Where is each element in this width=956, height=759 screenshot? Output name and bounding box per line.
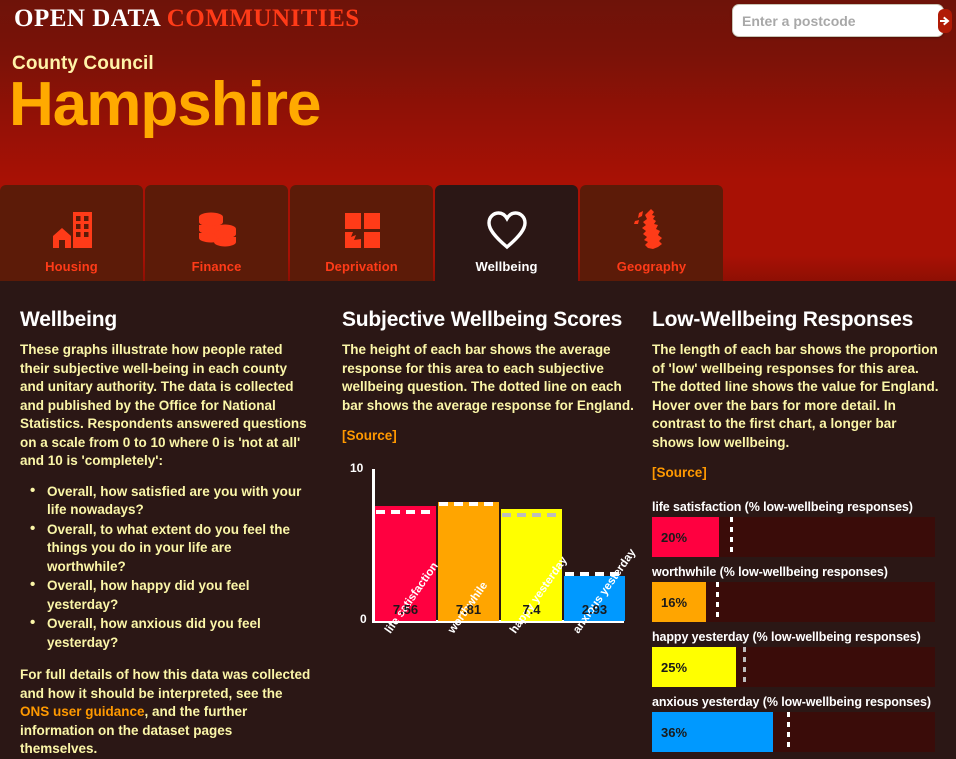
y-tick-max: 10 — [350, 461, 364, 475]
hbar-value-label: 16% — [661, 594, 688, 610]
arrow-right-icon — [938, 14, 952, 28]
bar-value-label: 7.81 — [455, 602, 482, 617]
footer-text-pre: For full details of how this data was co… — [20, 667, 311, 701]
building-icon — [49, 204, 95, 256]
tab-housing[interactable]: Housing — [0, 185, 143, 281]
england-reference-marker — [729, 517, 733, 557]
england-reference-line — [439, 502, 498, 507]
bar-value-label: 2.93 — [581, 602, 608, 617]
x-label-worthwhile: worthwhile — [438, 580, 501, 703]
hbar-track: 25% — [652, 647, 935, 687]
tab-label: Deprivation — [325, 259, 398, 274]
coins-icon — [194, 204, 240, 256]
wellbeing-heading: Wellbeing — [20, 308, 117, 331]
hbar-track: 20% — [652, 517, 935, 557]
hbar-fill[interactable]: 36% — [652, 712, 774, 752]
hbar-group-anxious-yesterday: anxious yesterday (% low-wellbeing respo… — [652, 695, 942, 752]
tab-label: Geography — [616, 259, 687, 274]
hbar-label: life satisfaction (% low-wellbeing respo… — [652, 500, 913, 514]
y-tick-min: 0 — [360, 612, 367, 626]
england-reference-marker — [715, 582, 719, 622]
x-label-anxious-yesterday: anxious yesterday — [563, 547, 638, 703]
site-logo[interactable]: OPEN DATA COMMUNITIES — [14, 5, 360, 33]
page-title: Hampshire — [9, 70, 321, 139]
hbar-group-worthwhile: worthwhile (% low-wellbeing responses) 1… — [652, 565, 942, 622]
main-content: Wellbeing These graphs illustrate how pe… — [0, 281, 956, 756]
hbar-group-life-satisfaction: life satisfaction (% low-wellbeing respo… — [652, 500, 942, 557]
tab-label: Finance — [191, 259, 242, 274]
low-wellbeing-description: The length of each bar shows the proport… — [652, 342, 939, 450]
logo-communities: COMMUNITIES — [166, 5, 360, 32]
england-reference-line — [565, 572, 624, 577]
low-wellbeing-source-link[interactable]: [Source] — [652, 465, 707, 480]
england-reference-marker — [742, 647, 746, 687]
england-reference-line — [376, 510, 435, 515]
hbar-track: 16% — [652, 582, 935, 622]
uk-map-icon — [629, 204, 675, 256]
hbar-fill[interactable]: 20% — [652, 517, 720, 557]
broken-grid-icon — [339, 204, 385, 256]
chart-x-labels: life satisfaction worthwhile happy yeste… — [375, 547, 638, 703]
low-wellbeing-bar-chart: life satisfaction (% low-wellbeing respo… — [652, 500, 942, 752]
tab-geography[interactable]: Geography — [580, 185, 723, 281]
low-wellbeing-heading: Low-Wellbeing Responses — [652, 308, 914, 331]
bar-life-satisfaction[interactable]: 7.56 — [375, 506, 436, 621]
subjective-scores-source-link[interactable]: [Source] — [342, 428, 397, 443]
low-wellbeing-column: Low-Wellbeing Responses The length of ea… — [644, 281, 956, 752]
hbar-value-label: 36% — [661, 724, 688, 740]
page-header: OPEN DATA COMMUNITIES County Council Ham… — [0, 0, 956, 180]
logo-open-data: OPEN DATA — [14, 5, 160, 32]
list-item: Overall, how satisfied are you with your… — [20, 482, 312, 520]
ons-user-guidance-link[interactable]: ONS user guidance — [20, 704, 145, 719]
tab-finance[interactable]: Finance — [145, 185, 288, 281]
search-submit-button[interactable] — [938, 8, 952, 33]
hbar-value-label: 25% — [661, 659, 688, 675]
tab-deprivation[interactable]: Deprivation — [290, 185, 433, 281]
hbar-fill[interactable]: 25% — [652, 647, 737, 687]
hbar-fill[interactable]: 16% — [652, 582, 707, 622]
england-reference-line — [502, 512, 561, 517]
bar-worthwhile[interactable]: 7.81 — [438, 502, 499, 621]
search-input[interactable] — [742, 12, 938, 29]
subjective-scores-heading: Subjective Wellbeing Scores — [342, 308, 623, 331]
bar-value-label: 7.56 — [392, 602, 419, 617]
hbar-group-happy-yesterday: happy yesterday (% low-wellbeing respons… — [652, 630, 942, 687]
wellbeing-info-column: Wellbeing These graphs illustrate how pe… — [0, 281, 322, 756]
list-item: Overall, how anxious did you feel yester… — [20, 614, 312, 652]
tab-label: Housing — [45, 259, 98, 274]
section-tabs: Housing Finance Deprivation Wellbeing Ge… — [0, 180, 956, 281]
postcode-search[interactable] — [732, 4, 952, 37]
hbar-track: 36% — [652, 712, 935, 752]
wellbeing-footer-text: For full details of how this data was co… — [20, 666, 312, 759]
tab-label: Wellbeing — [475, 259, 538, 274]
x-label-happy-yesterday: happy yesterday — [500, 555, 570, 703]
england-reference-marker — [786, 712, 790, 752]
subjective-wellbeing-bar-chart: 10 0 7.56 7.81 7.4 2.93 life satisfactio… — [342, 459, 638, 704]
list-item: Overall, to what extent do you feel the … — [20, 520, 312, 577]
bar-value-label: 7.4 — [522, 602, 541, 617]
wellbeing-intro: These graphs illustrate how people rated… — [20, 342, 307, 468]
hbar-label: worthwhile (% low-wellbeing responses) — [652, 565, 888, 579]
subjective-scores-description: The height of each bar shows the average… — [342, 342, 634, 413]
hbar-value-label: 20% — [661, 529, 688, 545]
hbar-label: anxious yesterday (% low-wellbeing respo… — [652, 695, 931, 709]
wellbeing-question-list: Overall, how satisfied are you with your… — [20, 482, 312, 653]
tab-wellbeing[interactable]: Wellbeing — [435, 185, 578, 281]
heart-icon — [484, 204, 530, 256]
subjective-scores-column: Subjective Wellbeing Scores The height o… — [322, 281, 644, 747]
x-label-life-satisfaction: life satisfaction — [375, 560, 441, 703]
list-item: Overall, how happy did you feel yesterda… — [20, 576, 312, 614]
hbar-label: happy yesterday (% low-wellbeing respons… — [652, 630, 921, 644]
